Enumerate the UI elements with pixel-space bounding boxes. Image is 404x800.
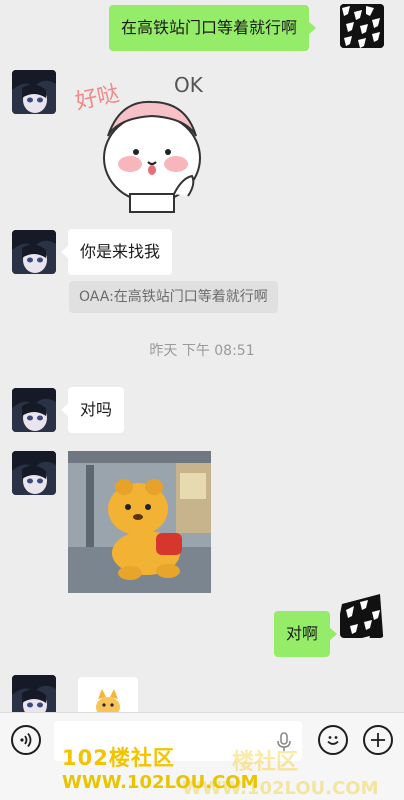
quoted-reply[interactable]: OAA:在高铁站门口等着就行啊 <box>69 281 278 313</box>
anime-character-avatar-image <box>12 388 56 432</box>
contact-avatar[interactable] <box>12 451 56 495</box>
contact-avatar[interactable] <box>12 388 56 432</box>
message-text: 对啊 <box>286 624 319 643</box>
input-bar <box>0 712 404 800</box>
more-functions-button[interactable] <box>363 725 393 755</box>
chat-area[interactable]: 在高铁站门口等着就行啊 好哒 OK 你是来找我 OAA:在高铁站门口等着就行啊 … <box>0 0 404 712</box>
emoji-button[interactable] <box>318 725 348 755</box>
bear-ok-sticker-image: 好哒 OK <box>73 73 204 213</box>
sticker-text-ok: OK <box>174 73 204 97</box>
voice-wave-icon <box>20 732 32 748</box>
message-text: 在高铁站门口等着就行啊 <box>121 18 298 37</box>
outgoing-message-bubble[interactable]: 在高铁站门口等着就行啊 <box>109 5 317 51</box>
anime-character-avatar-image <box>12 675 56 712</box>
pooh-bear-gif[interactable] <box>68 451 211 593</box>
quoted-text: OAA:在高铁站门口等着就行啊 <box>79 289 268 305</box>
houndstooth-avatar-image <box>340 594 384 638</box>
cat-sticker[interactable] <box>78 677 138 712</box>
gif-image <box>68 451 211 593</box>
contact-avatar[interactable] <box>12 675 56 712</box>
my-avatar[interactable] <box>340 594 384 638</box>
plus-icon <box>371 733 385 747</box>
anime-character-avatar-image <box>12 230 56 274</box>
smiley-icon <box>327 736 339 745</box>
bear-sticker[interactable]: 好哒 OK <box>70 66 215 214</box>
sticker-text-haoda: 好哒 <box>73 81 121 115</box>
anime-character-avatar-image <box>12 451 56 495</box>
my-avatar[interactable] <box>340 4 384 48</box>
houndstooth-avatar-image <box>340 4 384 48</box>
microphone-button[interactable] <box>274 731 294 753</box>
contact-avatar[interactable] <box>12 70 56 114</box>
contact-avatar[interactable] <box>12 230 56 274</box>
incoming-message-bubble[interactable]: 对吗 <box>60 387 125 433</box>
microphone-icon <box>277 732 291 751</box>
voice-input-button[interactable] <box>11 725 41 755</box>
message-input[interactable] <box>54 721 302 761</box>
incoming-message-bubble[interactable]: 你是来找我 <box>60 229 173 275</box>
message-text: 对吗 <box>80 400 113 419</box>
anime-character-avatar-image <box>12 70 56 114</box>
outgoing-message-bubble[interactable]: 对啊 <box>274 611 338 657</box>
cat-sticker-image <box>96 689 120 712</box>
message-text: 你是来找我 <box>80 242 161 261</box>
chat-timestamp: 昨天 下午 08:51 <box>149 343 255 359</box>
